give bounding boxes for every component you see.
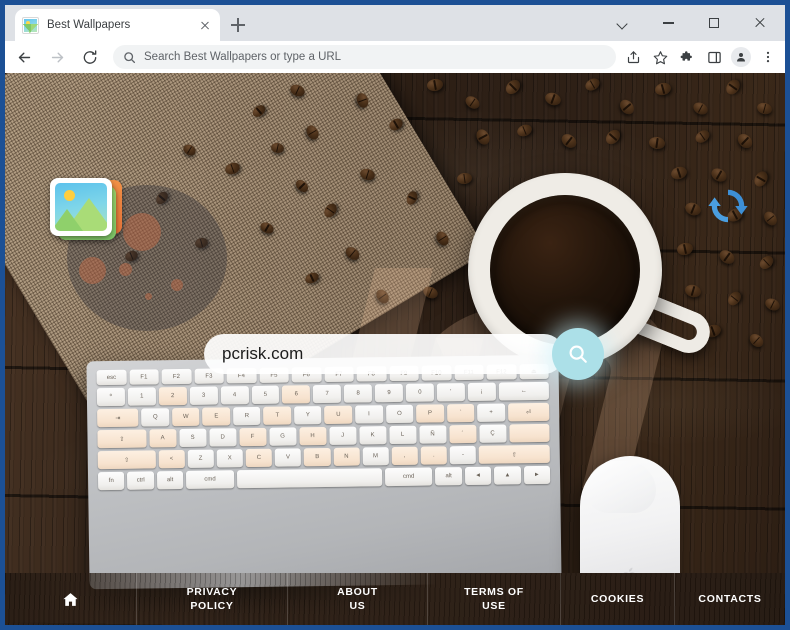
maximize-icon[interactable]	[691, 5, 737, 41]
bottom-navigation: PRIVACY POLICY ABOUT US TERMS OF USE COO…	[5, 573, 785, 625]
photo-gallery-icon[interactable]	[50, 178, 122, 240]
minimize-icon[interactable]	[645, 5, 691, 41]
extensions-puzzle-icon[interactable]	[674, 44, 700, 70]
browser-window: Best Wallpapers Search Best Wallpapers o…	[0, 0, 790, 630]
nav-item-terms-of-use[interactable]: TERMS OF USE	[428, 573, 561, 625]
close-icon[interactable]	[197, 17, 213, 33]
nav-label-line1: ABOUT	[337, 586, 378, 598]
browser-toolbar: Search Best Wallpapers or type a URL	[5, 41, 785, 73]
side-panel-icon[interactable]	[701, 44, 727, 70]
share-icon[interactable]	[620, 44, 646, 70]
apple-keyboard: escF1F2F3 F4F5F6F7 F8F9F10F11 F12⏏ º123 …	[86, 354, 562, 590]
nav-label-line1: COOKIES	[590, 593, 645, 605]
nav-label-line1: PRIVACY	[186, 586, 238, 598]
search-icon[interactable]	[552, 328, 604, 380]
back-icon[interactable]	[10, 43, 38, 71]
nav-label-line2: USE	[482, 600, 506, 612]
close-window-icon[interactable]	[737, 5, 783, 41]
search-input[interactable]: Search Best Wallpapers or type a URL	[113, 45, 616, 69]
page-content: escF1F2F3 F4F5F6F7 F8F9F10F11 F12⏏ º123 …	[5, 73, 785, 625]
reload-icon[interactable]	[76, 43, 104, 71]
home-icon	[63, 592, 78, 606]
tab-title: Best Wallpapers	[47, 19, 131, 31]
site-search-input[interactable]: pcrisk.com	[204, 334, 564, 374]
bookmark-star-icon[interactable]	[647, 44, 673, 70]
refresh-sync-icon[interactable]	[705, 183, 751, 229]
profile-avatar[interactable]	[728, 44, 754, 70]
forward-icon[interactable]	[43, 43, 71, 71]
tab-strip: Best Wallpapers	[5, 5, 785, 41]
nav-label-line2: POLICY	[190, 600, 234, 612]
nav-item-cookies[interactable]: COOKIES	[561, 573, 675, 625]
nav-item-home[interactable]	[5, 573, 137, 625]
new-tab-button[interactable]	[227, 14, 249, 36]
nav-label-line2: US	[349, 600, 366, 612]
site-search: pcrisk.com	[204, 328, 604, 380]
browser-menu-icon[interactable]	[755, 44, 781, 70]
browser-tab[interactable]: Best Wallpapers	[15, 9, 220, 41]
coffee-liquid	[490, 195, 640, 345]
nav-item-about-us[interactable]: ABOUT US	[288, 573, 428, 625]
photo-gallery-icon	[22, 16, 39, 34]
site-search-value: pcrisk.com	[222, 344, 304, 363]
nav-item-contacts[interactable]: CONTACTS	[675, 573, 785, 625]
omnibox-placeholder-text: Search Best Wallpapers or type a URL	[144, 51, 342, 63]
chevron-down-icon[interactable]	[599, 5, 645, 41]
nav-label-line1: TERMS OF	[464, 586, 524, 598]
nav-label-line1: CONTACTS	[698, 593, 762, 605]
nav-item-privacy-policy[interactable]: PRIVACY POLICY	[137, 573, 288, 625]
